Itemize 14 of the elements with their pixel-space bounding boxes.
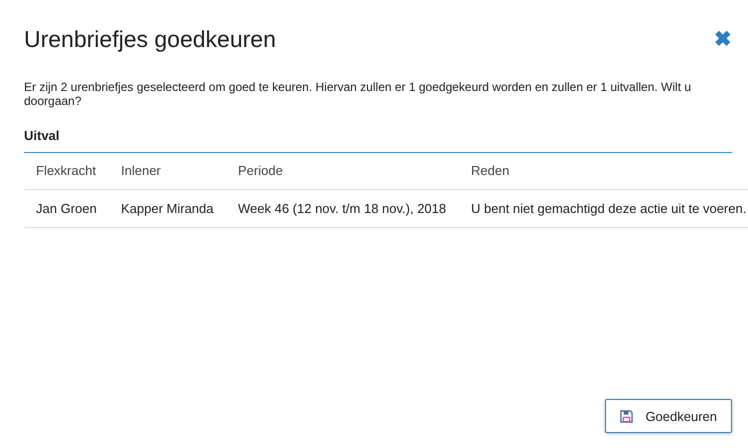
close-button[interactable]: ✖ (714, 28, 732, 50)
table-cell: Week 46 (12 nov. t/m 18 nov.), 2018 (226, 190, 459, 228)
message-text: Er zijn 2 urenbriefjes geselecteerd om goed te keuren. Hiervan zullen er 1 goedgekeurd worden en zullen er 1 uitvallen. Wilt u doorgaan? (24, 80, 692, 108)
approve-button[interactable]: Goedkeuren (605, 399, 732, 433)
dialog-title: Urenbriefjes goedkeuren (24, 26, 276, 52)
column-header: Flexkracht (24, 153, 109, 190)
table-cell: U bent niet gemachtigd deze actie uit te voeren. (459, 190, 748, 228)
table-cell: Kapper Miranda (109, 190, 226, 228)
section-title: Uitval (24, 128, 732, 153)
save-icon (620, 410, 634, 422)
column-header: Periode (226, 153, 459, 190)
column-header: Inlener (109, 153, 226, 190)
table-cell: Jan Groen (24, 190, 109, 228)
column-header: Reden (459, 153, 748, 190)
